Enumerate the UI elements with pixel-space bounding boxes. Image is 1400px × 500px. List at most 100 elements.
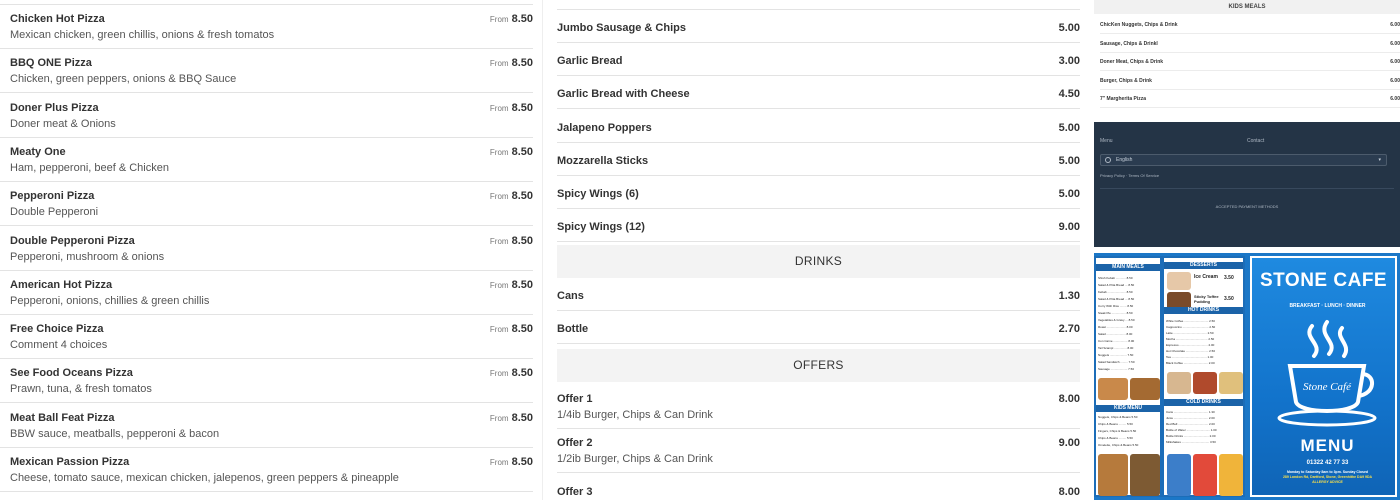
menu-item-name: Garlic Bread [557,55,623,68]
pizza-item-price: From 8.50 [489,411,533,424]
side-item[interactable]: Garlic Bread 3.00 [557,43,1080,77]
pizza-item[interactable]: BBQ ONE Pizza Chicken, green peppers, oni… [0,49,533,94]
flyer-panel-main: MAIN MEALS Shish Kebab ............ 8.50… [1094,256,1162,497]
kids-meal-price: 6.00 [1390,40,1400,47]
menu-item-name: Spicy Wings (12) [557,221,645,234]
menu-item-name: Garlic Bread with Cheese [557,88,690,101]
kids-meal-item[interactable]: Burger, Chips & Drink 6.00 [1100,72,1400,90]
menu-item-name: Bottle [557,323,589,335]
kids-meal-item[interactable]: Doner Meat, Chips & Drink 6.00 [1100,53,1400,71]
price-from-label: From [489,458,509,467]
pizza-item-description: Doner meat & Onions [10,117,116,130]
pizza-item[interactable]: Free Choice Pizza Comment 4 choices From 8.… [0,315,533,360]
drinks-section-heading: DRINKS [557,245,1080,278]
globe-icon [1105,157,1111,163]
flyer-cover-title: STONE CAFE [1260,270,1388,291]
side-item[interactable]: Spicy Wings (12) 9.00 [557,209,1080,243]
sides-drinks-offers-list: DRINKS OFFERS Jumbo Sausage & Chips 5.00 G… [545,0,1089,500]
price-from-label: From [489,15,509,24]
flyer-kids-menu-heading: KIDS MENU [1096,405,1160,412]
pizza-item[interactable]: Meat Ball Feat Pizza BBW sauce, meatballs… [0,404,533,448]
side-item[interactable]: Jumbo Sausage & Chips 5.00 [557,10,1080,43]
side-item[interactable]: Jalapeno Poppers 5.00 [557,110,1080,143]
flyer-desserts-heading: DESSERTS [1164,262,1243,269]
pizza-item-name: Mexican Passion Pizza [10,456,130,468]
price-from-label: From [489,59,509,69]
kids-meals-section: KIDS MEALS ChicKen Nuggets, Chips & Drin… [1094,0,1400,121]
price-from-label: From [489,413,509,423]
menu-item-price: 5.00 [1058,188,1080,200]
coffee-cup-logo-icon: Stone Café [1277,320,1377,427]
pizza-item-name: Doner Plus Pizza [10,101,99,114]
flyer-hot-drinks-heading: HOT DRINKS [1164,307,1243,314]
pizza-item[interactable]: Double Pepperoni Pizza Pepperoni, mushroo… [0,227,533,271]
footer-legal-links[interactable]: Privacy Policy · Terms Of Service [1100,173,1159,178]
price-from-label: From [489,147,509,157]
pizza-item-name: Free Choice Pizza [10,323,104,336]
footer-menu-link[interactable]: Menu [1100,138,1113,144]
offer-item[interactable]: Offer 1 8.00 1/4ib Burger, Chips & Can Dri… [557,385,1080,429]
kids-meals-heading: KIDS MEALS [1094,0,1400,14]
price-from-label: From [489,236,509,246]
flyer-hours-address: Monday to Saturday 8am to 3pm. Sunday Cl… [1282,470,1373,484]
offer-item[interactable]: Offer 3 8.00 [557,474,1080,500]
kids-meal-name: Doner Meat, Chips & Drink [1100,59,1164,65]
pizza-item[interactable]: Mexican Passion Pizza Cheese, tomato sauc… [0,448,533,492]
menu-item-price: 8.00 [1058,393,1080,405]
pizza-item[interactable]: Pepperoni Pizza Double Pepperoni From 8.50 [0,182,533,227]
pizza-item-price: From 8.50 [489,101,533,114]
kids-meal-item[interactable]: Sausage, Chips & Drinkl 6.00 [1100,35,1400,53]
pizza-item-name: Pepperoni Pizza [10,190,95,203]
menu-item-price: 8.00 [1058,485,1080,498]
pizza-menu-list: Chicken Hot Pizza Mexican chicken, green … [0,0,543,500]
kids-meal-name: Burger, Chips & Drink [1100,77,1152,84]
drink-item[interactable]: Bottle 2.70 [557,311,1080,344]
kids-meal-price: 6.00 [1390,59,1400,65]
pizza-item[interactable]: Doner Plus Pizza Doner meat & Onions From 8… [0,94,533,138]
pizza-item-price: From 8.50 [489,456,533,468]
pizza-item-price: From 8.50 [489,234,533,247]
side-item[interactable]: Spicy Wings (6) 5.00 [557,176,1080,209]
site-footer: Menu Contact English ▾ Privacy Policy · … [1094,122,1400,247]
side-item[interactable]: Garlic Bread with Cheese 4.50 [557,76,1080,110]
menu-item-price: 2.70 [1058,323,1080,335]
flyer-phone: 01322 42 77 33 [1306,460,1349,466]
footer-contact-link[interactable]: Contact [1247,138,1264,144]
price-from-label: From [489,103,509,113]
pizza-item-description: BBW sauce, meatballs, pepperoni & bacon [10,427,220,440]
price-from-label: From [489,369,509,379]
offers-section-heading: OFFERS [557,349,1080,382]
pizza-item-price: From 8.50 [489,13,533,25]
pizza-item-price: From 8.50 [489,145,533,158]
language-select[interactable]: English ▾ [1100,154,1387,166]
pizza-item[interactable]: See Food Oceans Pizza Prawn, tuna, & fres… [0,359,533,404]
kids-meal-price: 6.00 [1390,96,1400,102]
offer-item[interactable]: Offer 2 9.00 1/2ib Burger, Chips & Can Dri… [557,429,1080,474]
menu-item-price: 3.00 [1058,55,1080,68]
pizza-item[interactable]: Chicken Hot Pizza Mexican chicken, green … [0,5,533,49]
menu-item-name: Offer 3 [557,485,593,498]
pizza-item[interactable]: Meaty One Ham, pepperoni, beef & Chicken F… [0,138,533,182]
price-from-label: From [489,280,509,290]
pizza-item-description: Pepperoni, mushroom & onions [10,250,165,263]
kids-meal-name: ChicKen Nuggets, Chips & Drink [1100,22,1178,28]
pizza-item[interactable]: American Hot Pizza Pepperoni, onions, chi… [0,271,533,315]
flyer-panel-desserts-drinks: DESSERTS Ice Cream 3.50 Sticky Toffee Pu… [1162,256,1245,497]
pizza-item-description: Ham, pepperoni, beef & Chicken [10,161,169,174]
chevron-down-icon: ▾ [1378,157,1381,163]
flyer-cover-tagline: BREAKFAST · LUNCH · DINNER [1289,303,1366,309]
kids-meal-item[interactable]: ChicKen Nuggets, Chips & Drink 6.00 [1100,16,1400,34]
menu-item-price: 9.00 [1058,221,1080,234]
drink-item[interactable]: Cans 1.30 [557,278,1080,311]
flyer-dessert-pudding: Sticky Toffee Pudding [1194,294,1219,304]
menu-flyer-image[interactable]: MAIN MEALS Shish Kebab ............ 8.50… [1094,253,1400,500]
side-item[interactable]: Mozzarella Sticks 5.00 [557,143,1080,176]
kids-meal-item[interactable]: 7" Margherita Pizza 6.00 [1100,90,1400,108]
price-from-label: From [489,192,509,202]
pizza-item-name: American Hot Pizza [10,278,113,291]
menu-item-price: 1.30 [1058,290,1080,302]
kids-meal-name: 7" Margherita Pizza [1100,96,1146,102]
menu-item-name: Offer 1 [557,393,593,405]
flyer-cover: STONE CAFE BREAKFAST · LUNCH · DINNER St… [1250,256,1397,497]
flyer-cup-text: Stone Café [1303,381,1352,393]
